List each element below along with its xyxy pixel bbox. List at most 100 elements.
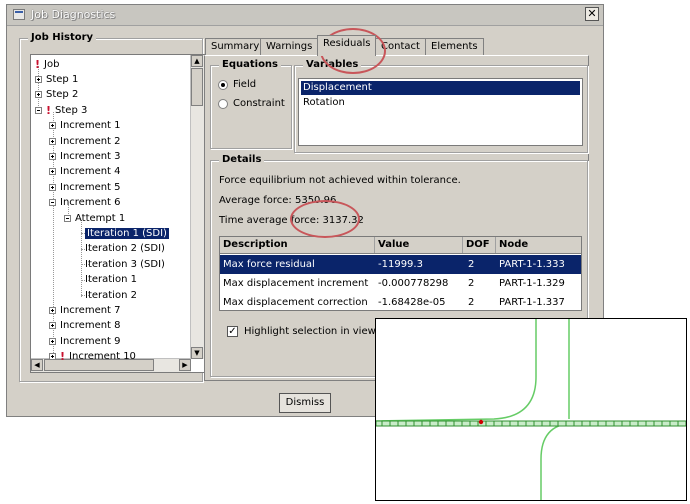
tree-item-label: Increment 3 [60,150,121,162]
tree-item[interactable]: Iteration 1 [85,273,137,287]
variable-displacement[interactable]: Displacement [301,81,580,95]
tree-item[interactable]: Iteration 3 (SDI) [85,257,165,271]
tree-item[interactable]: Iteration 2 (SDI) [85,242,165,256]
tree-item-label: Job [44,58,60,70]
scroll-up-icon[interactable]: ▲ [191,55,203,67]
tree-item-label: Step 2 [46,89,79,101]
tree-item[interactable]: Increment 1 [49,119,121,133]
cell-value: -0.000778298 [378,278,449,289]
tree-item[interactable]: Step 1 [35,72,78,86]
radio-selected-icon [218,79,228,90]
dismiss-button[interactable]: Dismiss [279,393,331,413]
expand-icon[interactable] [49,168,56,176]
expand-icon[interactable] [35,91,42,99]
residuals-table[interactable]: Description Value DOF Node Max force res… [219,236,582,311]
tree-item[interactable]: Attempt 1 [64,211,125,225]
cell-description: Max displacement increment [223,278,369,289]
tree-item[interactable]: ! Step 3 [35,103,87,117]
tree-item-label: Increment 8 [60,320,121,332]
tree-item[interactable]: Increment 5 [49,180,121,194]
collapse-icon[interactable] [35,106,42,114]
tree-item-label: Increment 10 [69,351,136,363]
table-header: Description Value DOF Node [220,237,581,254]
tab-warnings[interactable]: Warnings [260,38,319,55]
tree-item[interactable]: Increment 6 [49,196,121,210]
tree-item-label: Increment 1 [60,120,121,132]
job-history-label: Job History [28,32,97,43]
expand-icon[interactable] [49,183,56,191]
expand-icon[interactable] [49,122,56,130]
collapse-icon[interactable] [49,199,56,207]
checkmark-icon[interactable]: ✓ [227,326,238,337]
variables-list[interactable]: Displacement Rotation [298,78,583,146]
tree-item-label: Iteration 1 (SDI) [85,227,169,239]
table-row[interactable]: Max force residual -11999.3 2 PART-1-1.3… [220,255,581,274]
tree-item-label: Increment 2 [60,135,121,147]
scroll-left-icon[interactable]: ◀ [31,359,43,371]
warning-icon: ! [60,350,66,364]
table-row[interactable]: Max displacement increment -0.000778298 … [220,274,581,293]
cell-value: -11999.3 [378,259,423,270]
tree-item-label: Increment 9 [60,335,121,347]
mesh-curve-upper [376,319,537,422]
scroll-down-icon[interactable]: ▼ [191,347,203,359]
expand-icon[interactable] [49,353,56,361]
cell-description: Max force residual [223,259,315,270]
warning-icon: ! [46,103,52,117]
close-button[interactable]: ✕ [585,7,599,21]
tree-item[interactable]: Increment 2 [49,134,121,148]
tree-item-label: Increment 5 [60,181,121,193]
tree-scroll-thumb[interactable] [191,68,203,106]
details-message: Force equilibrium not achieved within to… [219,175,461,186]
column-node[interactable]: Node [496,237,583,253]
tree-item[interactable]: Increment 3 [49,149,121,163]
mesh-curve-lower [540,422,686,500]
expand-icon[interactable] [35,75,42,83]
window-icon [13,9,25,20]
column-dof[interactable]: DOF [463,237,496,253]
tree-item-label: Step 3 [55,104,88,116]
tree-item-label: Iteration 1 [85,274,137,286]
tree-item[interactable]: ! Increment 10 [49,350,136,364]
variable-rotation[interactable]: Rotation [301,96,580,110]
radio-field[interactable]: Field [218,79,256,90]
tab-residuals[interactable]: Residuals [317,35,377,56]
tree-item[interactable]: Iteration 1 (SDI) [85,226,169,240]
expand-icon[interactable] [49,152,56,160]
highlight-selection-checkbox[interactable]: ✓ Highlight selection in viewport [227,326,396,337]
tree-item[interactable]: ! Job [35,57,59,71]
tree-vertical-scrollbar[interactable]: ▲ ▼ [190,55,204,359]
tree-item-label: Iteration 2 (SDI) [85,243,165,255]
title-bar[interactable]: Job Diagnostics ✕ [7,5,603,26]
tab-summary[interactable]: Summary [205,38,266,55]
tree-item[interactable]: Iteration 2 [85,288,137,302]
expand-icon[interactable] [49,137,56,145]
warning-icon: ! [35,57,41,71]
tree-item[interactable]: Step 2 [35,88,78,102]
expand-icon[interactable] [49,306,56,314]
details-label: Details [219,154,265,165]
window-title: Job Diagnostics [31,8,116,21]
table-row[interactable]: Max displacement correction -1.68428e-05… [220,293,581,312]
radio-constraint[interactable]: Constraint [218,98,285,109]
tree-item-label: Iteration 2 [85,289,137,301]
viewport-inset[interactable] [375,318,687,501]
tree-item-label: Step 1 [46,73,79,85]
tree-item[interactable]: Increment 9 [49,334,121,348]
tree-item[interactable]: Increment 4 [49,165,121,179]
tree-item-label: Increment 4 [60,166,121,178]
tree-item[interactable]: Increment 7 [49,303,121,317]
tree-item-label: Iteration 3 (SDI) [85,258,165,270]
job-history-tree[interactable]: ▲ ▼ ◀ ▶ ! Job Step 1 Step 2! Step 3 Increment… [30,54,205,373]
scroll-right-icon[interactable]: ▶ [179,359,191,371]
tab-elements[interactable]: Elements [425,38,484,55]
radio-constraint-label: Constraint [233,98,285,109]
cell-dof: 2 [468,278,475,289]
column-description[interactable]: Description [220,237,375,253]
column-value[interactable]: Value [375,237,463,253]
expand-icon[interactable] [49,337,56,345]
tree-item[interactable]: Increment 8 [49,319,121,333]
collapse-icon[interactable] [64,214,71,222]
mesh-element-strip [376,420,686,427]
expand-icon[interactable] [49,322,56,330]
